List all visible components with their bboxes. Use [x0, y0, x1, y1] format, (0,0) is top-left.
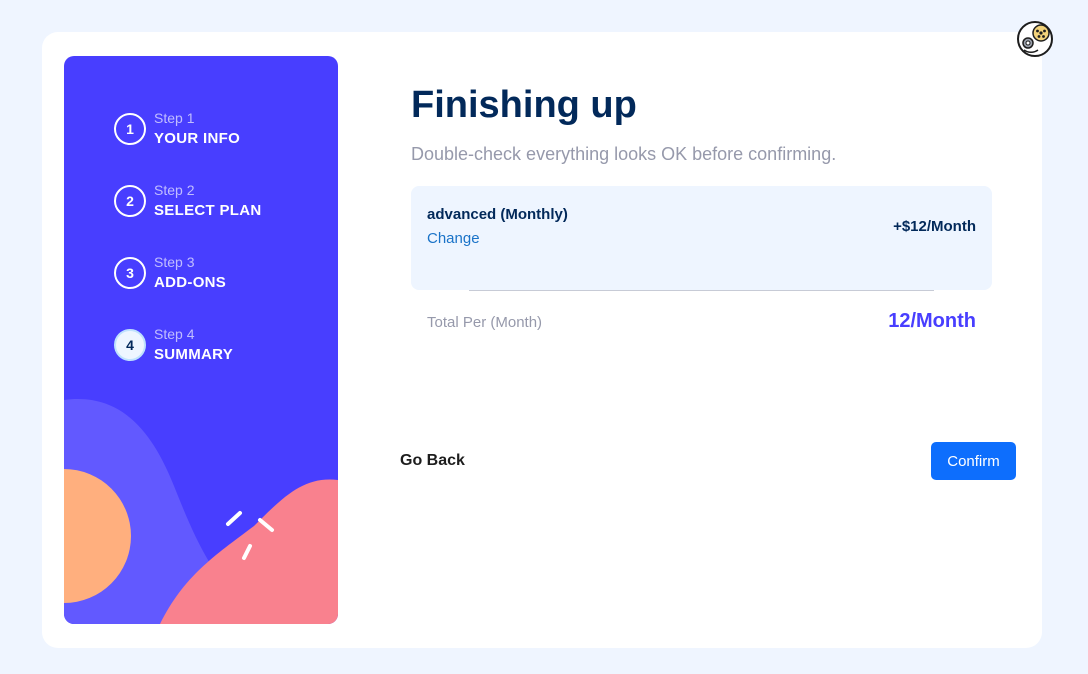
step-1-label: Step 1	[154, 110, 195, 126]
step-1-number: 1	[114, 113, 146, 145]
step-3-label: Step 3	[154, 254, 195, 270]
step-2[interactable]: 2 Step 2 SELECT PLAN	[114, 180, 261, 222]
step-3-title: ADD-ONS	[154, 274, 227, 291]
step-4-title: SUMMARY	[154, 346, 234, 363]
step-4-number: 4	[114, 329, 146, 361]
step-2-number: 2	[114, 185, 146, 217]
plan-summary-box: advanced (Monthly) Change +$12/Month	[411, 186, 992, 290]
step-2-title: SELECT PLAN	[154, 202, 262, 219]
total-label: Total Per (Month)	[427, 314, 543, 331]
plan-price: +$12/Month	[893, 218, 976, 235]
step-2-label: Step 2	[154, 182, 195, 198]
confirm-button[interactable]: Confirm	[931, 442, 1016, 480]
step-3[interactable]: 3 Step 3 ADD-ONS	[114, 252, 226, 294]
steps-sidebar: 1 Step 1 YOUR INFO 2 Step 2 SELECT PLAN …	[64, 56, 338, 624]
step-4[interactable]: 4 Step 4 SUMMARY	[114, 324, 233, 366]
plan-name: advanced (Monthly)	[427, 206, 568, 223]
step-1-title: YOUR INFO	[154, 130, 241, 147]
go-back-button[interactable]: Go Back	[400, 452, 465, 470]
step-4-label: Step 4	[154, 326, 195, 342]
change-plan-link[interactable]: Change	[427, 230, 480, 247]
summary-divider	[469, 290, 934, 291]
step-3-number: 3	[114, 257, 146, 289]
step-1[interactable]: 1 Step 1 YOUR INFO	[114, 108, 240, 150]
total-value: 12/Month	[888, 310, 976, 332]
page-subtitle: Double-check everything looks OK before …	[411, 144, 837, 164]
film-reel-icon[interactable]	[1016, 20, 1054, 58]
page-title: Finishing up	[411, 84, 637, 126]
